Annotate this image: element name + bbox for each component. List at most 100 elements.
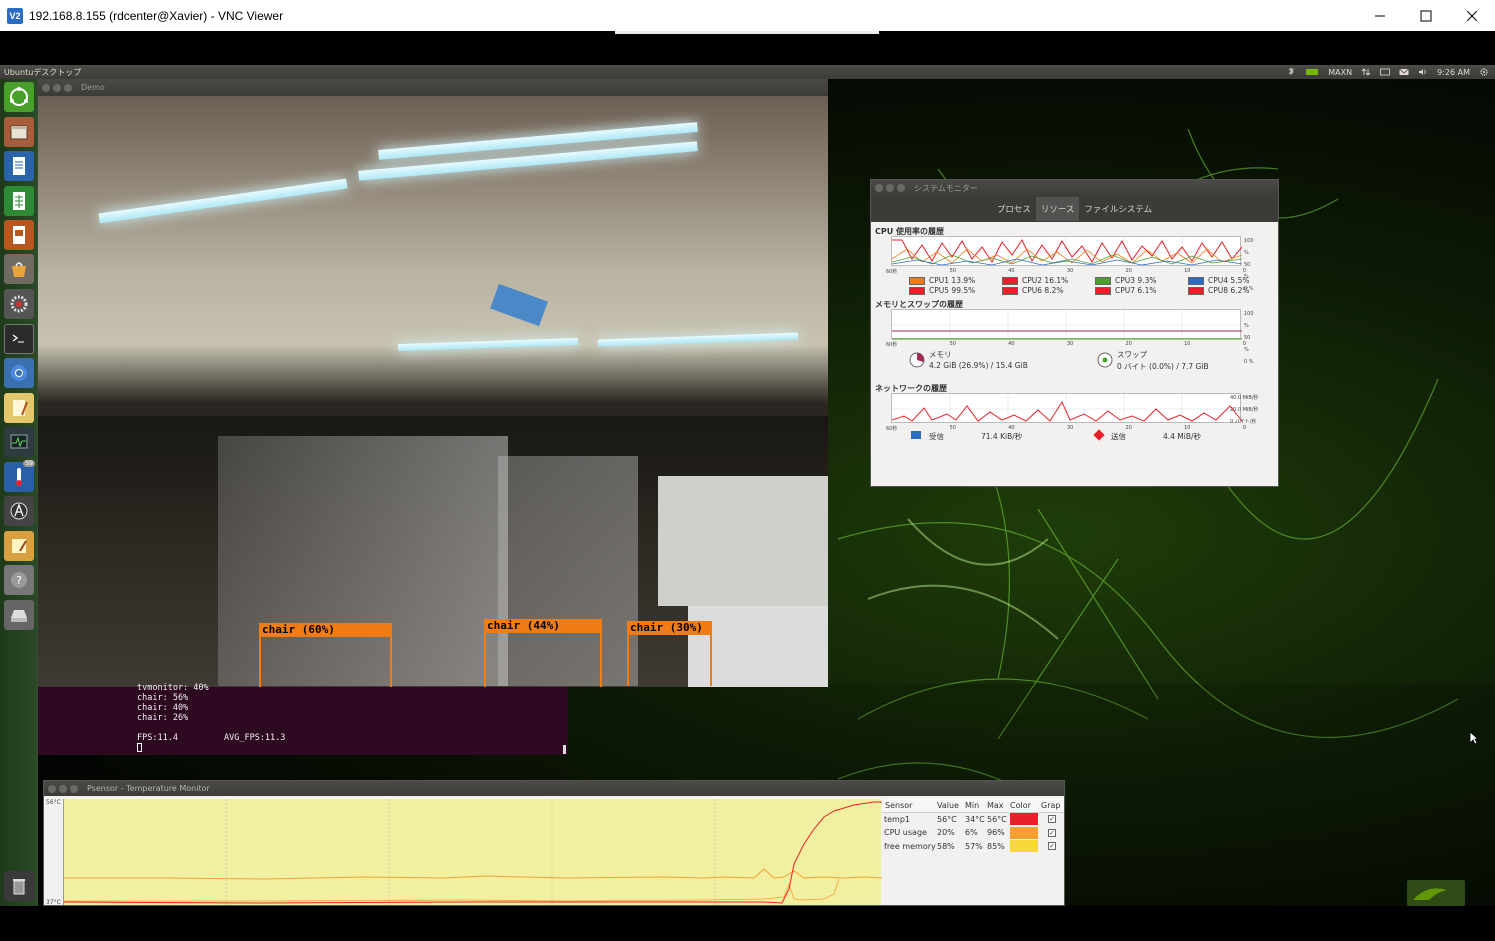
graph-checkbox[interactable]: ✓ — [1048, 842, 1056, 851]
system-monitor-window[interactable]: システムモニター プロセス リソース ファイルシステム CPU 使用率の履歴 1… — [870, 179, 1279, 487]
memory-value: 4.2 GiB (26.9%) / 15.4 GiB — [929, 361, 1028, 370]
launcher-item-system-monitor[interactable] — [4, 427, 34, 457]
calc-icon — [13, 192, 25, 210]
memory-legend: メモリ 4.2 GiB (26.9%) / 15.4 GiB スワップ 0 バイ… — [871, 349, 1278, 379]
maximize-window-icon[interactable] — [897, 184, 905, 192]
column-header[interactable]: Value — [937, 801, 965, 810]
receive-swatch[interactable] — [911, 431, 921, 439]
launcher-item-chromium[interactable] — [4, 358, 34, 388]
detection-label: chair (60%) — [259, 623, 392, 637]
gear-icon[interactable] — [1479, 68, 1489, 76]
system-tray: MAXN 9:26 AM — [1286, 65, 1489, 79]
demo-title-bar[interactable]: Demo — [38, 79, 828, 96]
launcher-item-files[interactable] — [4, 117, 34, 147]
launcher-item-terminal[interactable] — [4, 324, 34, 354]
cpu-legend-item[interactable]: CPU2 16.1% — [1002, 276, 1095, 285]
nvidia-icon[interactable] — [1305, 68, 1319, 76]
launcher-item-software-center[interactable] — [4, 254, 34, 284]
close-window-icon[interactable] — [48, 784, 56, 793]
minimize-button[interactable] — [1357, 0, 1403, 31]
detection-box: chair (30%) — [627, 621, 712, 686]
sensor-color-swatch[interactable] — [1010, 813, 1038, 826]
launcher-item-writer[interactable] — [4, 151, 34, 181]
ceiling-light — [397, 337, 579, 352]
cpu-legend-item[interactable]: CPU3 9.3% — [1095, 276, 1188, 285]
terminal-scrollbar[interactable] — [563, 745, 566, 754]
demo-window[interactable]: Demo chair (60%) chair (44%) chair (30%) — [38, 79, 828, 687]
memory-x-axis: 60秒 50 40 30 20 10 0 — [886, 341, 1246, 348]
cpu-legend-item[interactable]: CPU5 99.5% — [909, 286, 1002, 295]
sensor-table: Sensor Value Min Max Color Grap temp1 56… — [882, 799, 1064, 854]
launcher-item-drive[interactable] — [4, 600, 34, 630]
detection-label: chair (44%) — [484, 619, 602, 633]
maximize-window-icon[interactable] — [70, 784, 78, 793]
cpu-legend-item[interactable]: CPU1 13.9% — [909, 276, 1002, 285]
column-header[interactable]: Color — [1010, 801, 1041, 810]
sensor-row[interactable]: CPU usage 20% 6% 96% ✓ — [882, 826, 1064, 840]
graph-checkbox[interactable]: ✓ — [1048, 828, 1056, 837]
launcher-item-psensor[interactable]: 59 — [4, 460, 35, 492]
cpu-legend-item[interactable]: CPU6 8.2% — [1002, 286, 1095, 295]
vnc-toolbar-handle[interactable] — [615, 31, 879, 34]
minimize-window-icon[interactable] — [886, 184, 894, 192]
keyboard-icon[interactable] — [1380, 68, 1391, 76]
sensor-min: 57% — [965, 841, 983, 851]
close-button[interactable] — [1449, 0, 1495, 31]
launcher-item-text-editor[interactable] — [4, 393, 34, 423]
ceiling-light — [597, 332, 799, 347]
close-window-icon[interactable] — [875, 184, 883, 192]
send-swatch[interactable] — [1093, 429, 1105, 441]
minimize-window-icon[interactable] — [53, 83, 61, 92]
graph-checkbox[interactable]: ✓ — [1048, 815, 1056, 824]
volume-icon[interactable] — [1418, 68, 1428, 76]
tab-filesystems[interactable]: ファイルシステム — [1079, 197, 1157, 221]
column-header[interactable]: Grap — [1041, 801, 1061, 810]
network-icon[interactable] — [1361, 68, 1371, 76]
memory-pie-icon[interactable] — [909, 352, 925, 368]
launcher-item-notes[interactable] — [4, 531, 34, 561]
launcher-item-home[interactable] — [4, 82, 34, 112]
column-header[interactable]: Sensor — [882, 801, 937, 810]
nvidia-eye-mark — [1413, 888, 1447, 900]
column-header[interactable]: Min — [965, 801, 987, 810]
psensor-window[interactable]: Psensor - Temperature Monitor 56°C 37°C … — [43, 780, 1065, 906]
network-legend: 受信 71.4 KiB/秒 送信 4.4 MiB/秒 — [871, 429, 1278, 445]
launcher-item-calc[interactable] — [4, 186, 34, 216]
cpu-legend-item[interactable]: CPU4 5.5% — [1188, 276, 1278, 285]
psensor-title-bar[interactable]: Psensor - Temperature Monitor — [44, 781, 1064, 796]
power-mode-label[interactable]: MAXN — [1328, 68, 1352, 77]
launcher-item-help[interactable]: ? — [4, 565, 34, 595]
sensor-max: 56°C — [987, 814, 1007, 824]
maximize-window-icon[interactable] — [64, 83, 72, 92]
column-header[interactable]: Max — [987, 801, 1010, 810]
sensor-row[interactable]: temp1 56°C 34°C 56°C ✓ — [882, 813, 1064, 827]
minimize-window-icon[interactable] — [59, 784, 67, 793]
impress-icon — [13, 226, 25, 244]
maximize-button[interactable] — [1403, 0, 1449, 31]
swap-pie-icon[interactable] — [1097, 352, 1113, 368]
terminal-window[interactable]: tvmonitor: 40% chair: 56% chair: 40% cha… — [38, 683, 568, 755]
mail-icon[interactable] — [1399, 68, 1409, 76]
sysmon-title-bar[interactable]: システムモニター — [871, 180, 1278, 196]
sensor-value: 20% — [937, 828, 955, 838]
cpu-x-axis: 60秒 50 40 30 20 10 0 — [886, 268, 1246, 275]
launcher-item-trash[interactable] — [4, 871, 34, 901]
launcher-item-update[interactable] — [4, 496, 34, 526]
system-monitor-icon — [10, 434, 28, 449]
bluetooth-icon[interactable] — [1286, 68, 1296, 76]
sensor-color-swatch[interactable] — [1010, 826, 1038, 839]
cpu-legend-item[interactable]: CPU7 6.1% — [1095, 286, 1188, 295]
panel-clock[interactable]: 9:26 AM — [1437, 68, 1470, 77]
launcher-item-settings[interactable] — [4, 289, 34, 319]
tab-processes[interactable]: プロセス — [992, 197, 1036, 221]
sensor-row[interactable]: free memory 58% 57% 85% ✓ — [882, 840, 1064, 854]
maximize-icon — [1420, 10, 1432, 21]
cpu-legend-item[interactable]: CPU8 6.2% — [1188, 286, 1278, 295]
launcher-item-impress[interactable] — [4, 220, 34, 250]
tab-resources[interactable]: リソース — [1035, 197, 1080, 221]
sensor-min: 6% — [965, 828, 978, 838]
close-window-icon[interactable] — [42, 83, 50, 92]
sensor-color-swatch[interactable] — [1010, 840, 1038, 853]
vnc-logo-icon: V2 — [7, 7, 23, 24]
